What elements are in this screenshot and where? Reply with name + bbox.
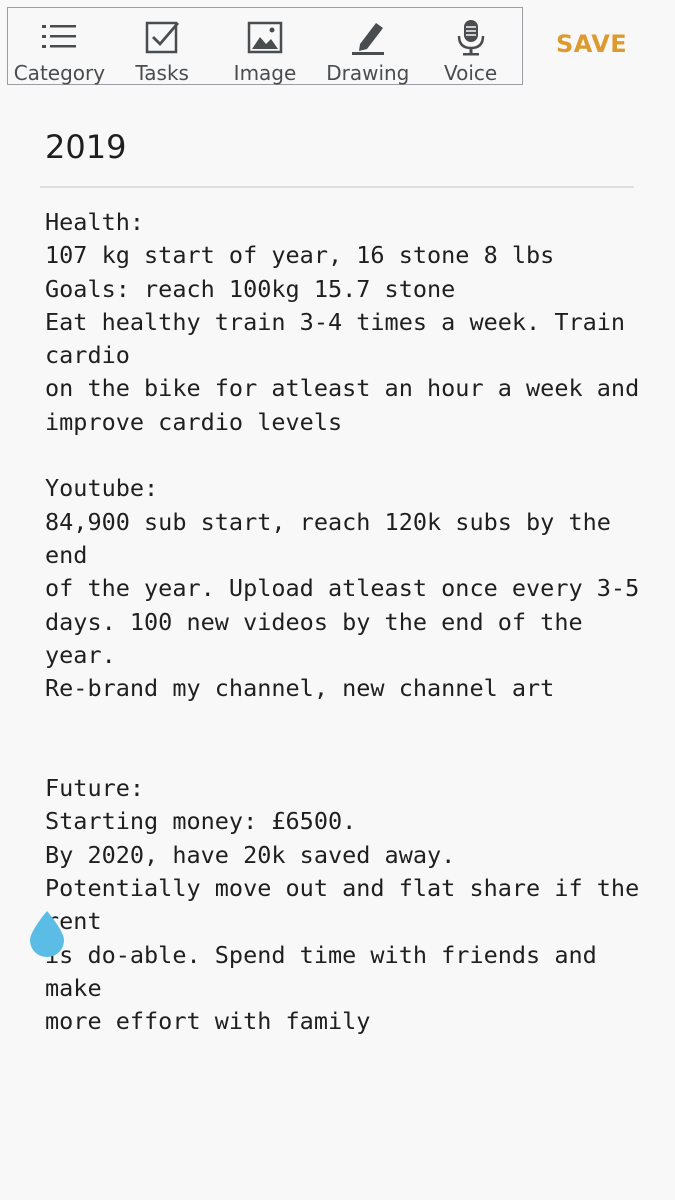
note-toolbar: Category Tasks Image Drawing Voice	[7, 7, 523, 85]
title-divider	[40, 186, 634, 188]
category-button[interactable]: Category	[8, 8, 111, 85]
list-icon	[39, 17, 79, 57]
note-body[interactable]: Health: 107 kg start of year, 16 stone 8…	[45, 206, 645, 1038]
voice-button[interactable]: Voice	[419, 8, 522, 85]
tasks-button[interactable]: Tasks	[111, 8, 214, 85]
save-button[interactable]: SAVE	[556, 30, 627, 58]
image-label: Image	[233, 61, 297, 85]
drawing-label: Drawing	[326, 61, 410, 85]
voice-label: Voice	[443, 61, 498, 85]
image-icon	[245, 17, 285, 57]
category-label: Category	[13, 61, 106, 85]
drawing-button[interactable]: Drawing	[316, 8, 419, 85]
checkbox-icon	[142, 17, 182, 57]
microphone-icon	[451, 17, 491, 57]
pencil-icon	[348, 17, 388, 57]
text-cursor-drop-icon[interactable]	[27, 909, 67, 959]
note-title[interactable]: 2019	[45, 128, 126, 166]
image-button[interactable]: Image	[214, 8, 317, 85]
tasks-label: Tasks	[135, 61, 189, 85]
